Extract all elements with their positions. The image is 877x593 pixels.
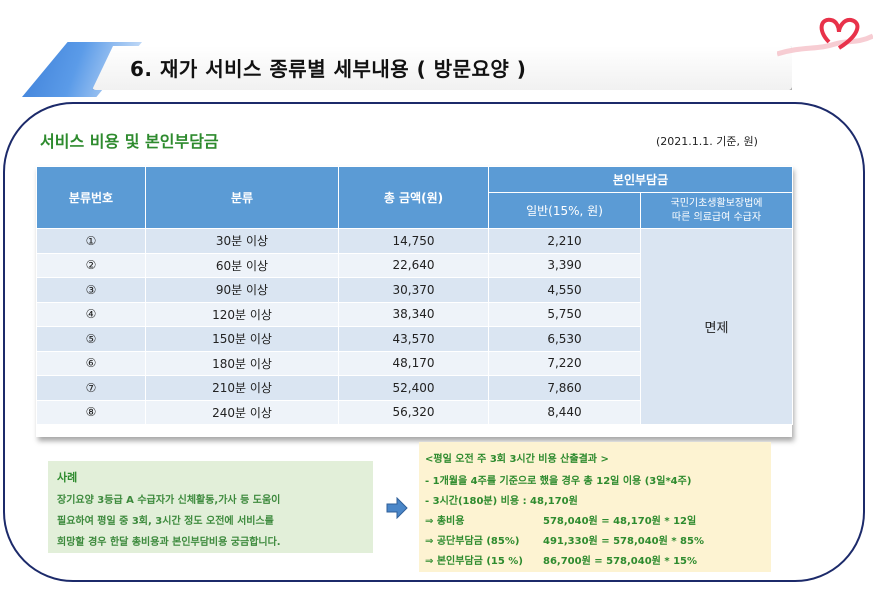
calc-line-2: - 3시간(180분) 비용 : 48,170원 bbox=[425, 496, 578, 507]
header-number: 분류번호 bbox=[36, 166, 146, 229]
row-number: ① bbox=[36, 228, 146, 254]
row-number: ⑦ bbox=[36, 375, 146, 401]
row-category: 60분 이상 bbox=[145, 252, 339, 278]
row-general: 3,390 bbox=[488, 252, 641, 278]
calc-corp-label: ⇒ 공단부담금 (85%) bbox=[425, 536, 520, 547]
example-line-2: 필요하여 평일 중 3회, 3시간 정도 오전에 서비스를 bbox=[57, 516, 274, 527]
row-general: 8,440 bbox=[488, 399, 641, 425]
arrow-right-icon bbox=[386, 497, 408, 519]
row-category: 30분 이상 bbox=[145, 228, 339, 254]
header-general: 일반(15%, 원) bbox=[488, 192, 641, 229]
row-number: ③ bbox=[36, 277, 146, 303]
example-line-1: 장기요양 3등급 A 수급자가 신체활동,가사 등 도움이 bbox=[57, 495, 281, 506]
row-general: 5,750 bbox=[488, 301, 641, 327]
header-basic-line1: 국민기초생활보장법에 bbox=[670, 197, 763, 209]
row-total: 22,640 bbox=[338, 252, 489, 278]
row-general: 4,550 bbox=[488, 277, 641, 303]
row-number: ⑤ bbox=[36, 326, 146, 352]
row-total: 14,750 bbox=[338, 228, 489, 254]
row-total: 38,340 bbox=[338, 301, 489, 327]
example-line-3: 희망할 경우 한달 총비용과 본인부담비용 궁금합니다. bbox=[57, 537, 281, 548]
row-total: 48,170 bbox=[338, 350, 489, 376]
row-general: 7,220 bbox=[488, 350, 641, 376]
row-general: 6,530 bbox=[488, 326, 641, 352]
section-title: 서비스 비용 및 본인부담금 bbox=[40, 132, 219, 151]
row-number: ④ bbox=[36, 301, 146, 327]
row-total: 30,370 bbox=[338, 277, 489, 303]
row-category: 210분 이상 bbox=[145, 375, 339, 401]
row-total: 52,400 bbox=[338, 375, 489, 401]
row-general: 2,210 bbox=[488, 228, 641, 254]
row-number: ⑥ bbox=[36, 350, 146, 376]
row-number: ⑧ bbox=[36, 399, 146, 425]
example-title: 사례 bbox=[57, 471, 78, 484]
page-title: 6. 재가 서비스 종류별 세부내용 ( 방문요양 ) bbox=[130, 57, 527, 81]
title-banner: 6. 재가 서비스 종류별 세부내용 ( 방문요양 ) bbox=[22, 42, 797, 97]
row-category: 90분 이상 bbox=[145, 277, 339, 303]
header-copay: 본인부담금 bbox=[487, 166, 794, 193]
row-category: 120분 이상 bbox=[145, 301, 339, 327]
row-category: 240분 이상 bbox=[145, 399, 339, 425]
calc-corp-value: 491,330원 = 578,040원 * 85% bbox=[543, 536, 704, 547]
header-basic-line2: 따른 의료급여 수급자 bbox=[671, 211, 762, 223]
calc-self-value: 86,700원 = 578,040원 * 15% bbox=[543, 556, 698, 567]
header-basic-livelihood: 국민기초생활보장법에 따른 의료급여 수급자 bbox=[639, 192, 794, 229]
calc-line-1: - 1개월을 4주를 기준으로 했을 경우 총 12일 이용 (3일*4주) bbox=[425, 476, 692, 487]
heart-ribbon-icon bbox=[777, 17, 873, 57]
basis-date-note: (2021.1.1. 기준, 원) bbox=[656, 135, 758, 148]
exempt-cell: 면제 bbox=[639, 228, 794, 425]
calc-title: <평일 오전 주 3회 3시간 비용 산출결과 > bbox=[425, 454, 609, 465]
row-total: 43,570 bbox=[338, 326, 489, 352]
calc-total-value: 578,040원 = 48,170원 * 12일 bbox=[543, 516, 697, 527]
row-number: ② bbox=[36, 252, 146, 278]
calc-total-label: ⇒ 총비용 bbox=[425, 516, 465, 527]
row-category: 150분 이상 bbox=[145, 326, 339, 352]
calculation-result-box: <평일 오전 주 3회 3시간 비용 산출결과 > - 1개월을 4주를 기준으… bbox=[419, 442, 771, 572]
row-general: 7,860 bbox=[488, 375, 641, 401]
row-total: 56,320 bbox=[338, 399, 489, 425]
header-total: 총 금액(원) bbox=[338, 166, 489, 229]
table-row: ① 30분 이상 14,750 2,210 면제 bbox=[36, 228, 794, 425]
header-category: 분류 bbox=[145, 166, 339, 229]
service-cost-table: 분류번호 분류 총 금액(원) 본인부담금 일반(15%, 원) 국민기초생활보… bbox=[36, 166, 794, 425]
example-box: 사례 장기요양 3등급 A 수급자가 신체활동,가사 등 도움이 필요하여 평일… bbox=[48, 461, 373, 553]
calc-self-label: ⇒ 본인부담금 (15 %) bbox=[425, 556, 523, 567]
cost-table-container: 분류번호 분류 총 금액(원) 본인부담금 일반(15%, 원) 국민기초생활보… bbox=[36, 166, 794, 437]
row-category: 180분 이상 bbox=[145, 350, 339, 376]
